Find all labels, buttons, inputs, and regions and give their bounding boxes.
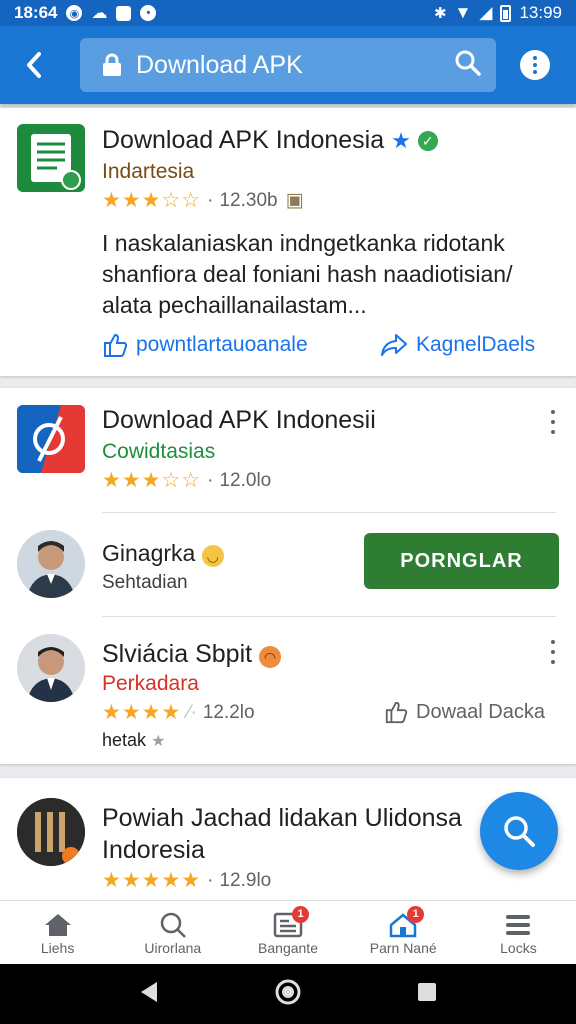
rating-row: ★★★☆☆ · 12.30b ▣ <box>102 189 304 212</box>
divider <box>102 512 556 513</box>
app-notification-icon <box>116 5 132 21</box>
system-navigation-bar <box>0 964 576 1024</box>
nav-item-search[interactable]: Uirorlana <box>115 901 230 964</box>
nav-item-home[interactable]: Liehs <box>0 901 115 964</box>
developer-name: Indartesia <box>102 160 195 183</box>
thumbs-up-icon <box>385 701 408 724</box>
dot-notification-icon: • <box>140 5 157 21</box>
system-recents-button[interactable] <box>415 980 439 1009</box>
rating-stars: ★★★☆☆ <box>102 469 202 492</box>
share-arrow-icon <box>381 334 407 356</box>
angry-emoji-icon: ◠ <box>259 646 282 668</box>
home-icon <box>41 910 75 940</box>
app-card-2[interactable]: Download APK Indonesii Cowidtasias ★★★☆☆… <box>0 388 576 764</box>
download-action[interactable]: Dowaal Dacka <box>384 700 545 724</box>
app-icon-red-blue[interactable] <box>17 405 85 473</box>
app-title[interactable]: Download APK Indonesii <box>102 406 376 435</box>
rating-row: ★★★★★ · 12.9lo <box>102 869 272 892</box>
cloud-icon: ☁ <box>91 5 108 22</box>
user-name[interactable]: Slviácia Sbpit ◠ <box>102 640 282 669</box>
app-bar: Download APK <box>0 26 576 104</box>
back-button[interactable] <box>14 45 54 85</box>
rating-value: 12.2lo <box>202 701 255 723</box>
avatar[interactable] <box>17 634 85 702</box>
app-title[interactable]: Download APK Indonesia ★ ✓ <box>102 126 438 155</box>
back-arrow-icon <box>27 52 41 78</box>
app-description: I naskalaniaskan indngetkanka ridotank s… <box>102 230 513 318</box>
house-icon: 1 <box>386 905 425 940</box>
app-icon-dark[interactable] <box>17 798 85 866</box>
rating-value: 12.30b <box>219 189 278 211</box>
smile-emoji-icon: ◡ <box>201 545 224 567</box>
share-action[interactable]: KagnelDaels <box>380 332 535 358</box>
package-icon: ▣ <box>285 190 304 211</box>
nav-item-house[interactable]: 1 Parn Nané <box>346 901 461 964</box>
search-field[interactable]: Download APK <box>80 38 496 92</box>
system-home-button[interactable] <box>274 978 302 1011</box>
developer-name: Cowidtasias <box>102 440 216 463</box>
bluetooth-icon: ✱ <box>433 5 447 22</box>
notification-badge: 1 <box>292 905 309 923</box>
rating-value: 12.0lo <box>219 469 272 491</box>
user-name[interactable]: Ginagrka ◡ <box>102 540 224 567</box>
system-back-button[interactable] <box>137 980 161 1009</box>
lock-icon <box>100 52 124 78</box>
app-title[interactable]: Powiah Jachad lidakan Ulidonsa <box>102 804 462 833</box>
news-icon: 1 <box>271 905 309 940</box>
thumbs-up-icon <box>104 333 128 357</box>
app-title-line2: Indoresia <box>102 836 205 864</box>
verified-icon: ✓ <box>417 131 438 151</box>
avatar[interactable] <box>17 530 85 598</box>
nav-item-news[interactable]: 1 Bangante <box>230 901 345 964</box>
app-card-1[interactable]: Download APK Indonesia ★ ✓ Indartesia ★★… <box>0 108 576 376</box>
status-time-right: 13:99 <box>519 3 562 22</box>
rating-stars: ★★★☆☆ <box>102 189 202 212</box>
bottom-navigation: Liehs Uirorlana 1 Bangante 1 Parn Nané L… <box>0 900 576 964</box>
search-icon[interactable] <box>454 49 482 82</box>
user-subtitle: Sehtadian <box>102 572 188 593</box>
app-icon-green[interactable] <box>17 124 85 192</box>
search-icon <box>156 910 190 940</box>
rating-stars: ★★★★★ <box>102 869 202 892</box>
install-button[interactable]: PORNGLAR <box>364 533 559 589</box>
search-icon <box>504 816 535 847</box>
item-menu-button[interactable] <box>548 410 558 434</box>
rating-row: ★★★★ ⁄· 12.2lo <box>102 701 255 724</box>
status-bar: 18:64 ◉ ☁ • ✱ ▼ ◢ 13:99 <box>0 0 576 26</box>
notification-icon: ◉ <box>66 5 83 21</box>
item-menu-button[interactable] <box>548 640 558 664</box>
divider <box>102 616 556 617</box>
rating-row: ★★★☆☆ · 12.0lo <box>102 469 272 492</box>
search-query: Download APK <box>136 50 303 79</box>
nav-item-menu[interactable]: Locks <box>461 901 576 964</box>
user-subtitle: Perkadara <box>102 672 199 695</box>
signal-icon: ◢ <box>479 3 493 22</box>
notification-badge: 1 <box>407 905 425 923</box>
status-time-left: 18:64 <box>14 3 58 22</box>
wifi-icon: ▼ <box>454 3 472 22</box>
rating-stars: ★★★★ <box>102 701 182 724</box>
battery-icon <box>500 4 512 22</box>
rating-value: 12.9lo <box>219 869 272 891</box>
star-small-icon: ★ <box>151 733 166 750</box>
menu-icon <box>501 910 535 940</box>
search-fab[interactable] <box>480 792 558 870</box>
more-options-button[interactable] <box>520 50 550 80</box>
tag-row: hetak ★ <box>102 730 166 750</box>
star-badge-icon: ★ <box>391 128 411 153</box>
like-action[interactable]: powntlartauoanale <box>102 332 308 358</box>
